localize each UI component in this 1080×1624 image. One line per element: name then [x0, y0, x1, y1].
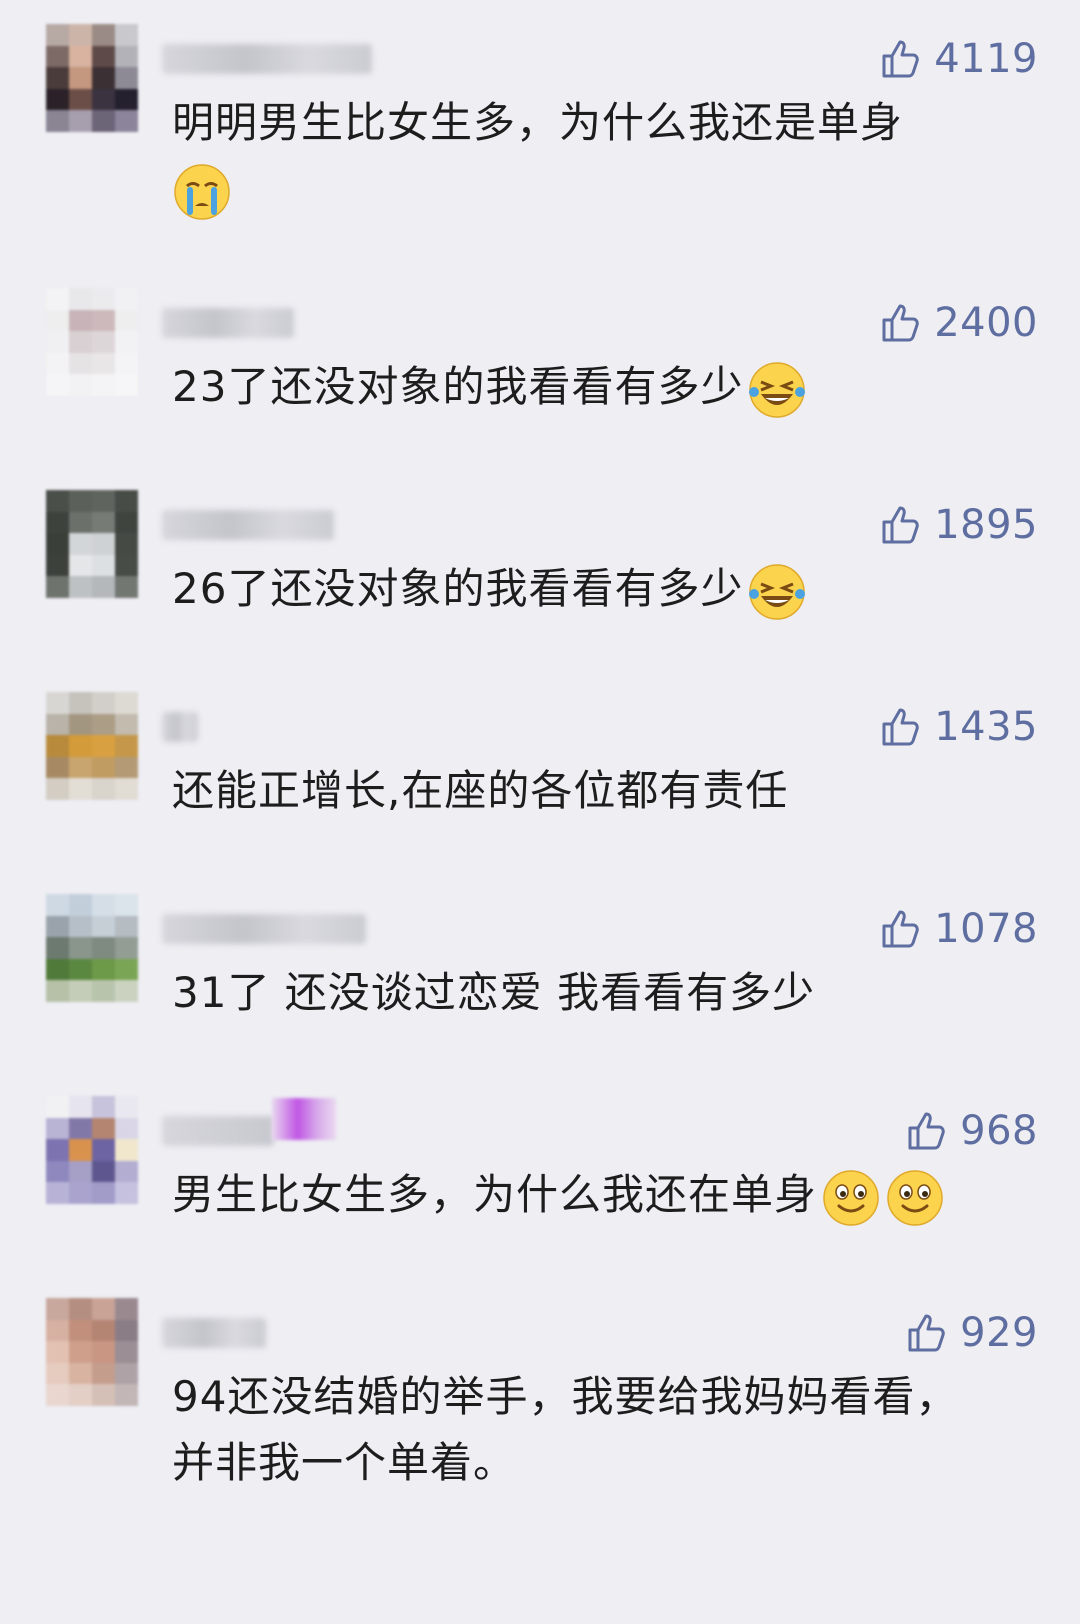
- like-count: 1895: [934, 502, 1038, 548]
- like-button[interactable]: 1078: [878, 906, 1038, 952]
- username-badge: [272, 1098, 336, 1140]
- comment-text-content: 94还没结婚的举手，我要给我妈妈看看，并非我一个单着。: [172, 1372, 959, 1487]
- comment-text: 94还没结婚的举手，我要给我妈妈看看，并非我一个单着。: [172, 1364, 962, 1496]
- thumbs-up-icon: [882, 40, 919, 78]
- username-blurred[interactable]: [162, 308, 294, 338]
- username-blurred[interactable]: [162, 510, 334, 540]
- avatar[interactable]: [46, 288, 138, 396]
- comment-text: 男生比女生多，为什么我还在单身: [172, 1162, 1052, 1228]
- thumbs-up-icon: [908, 1112, 945, 1150]
- avatar[interactable]: [46, 490, 138, 598]
- username-blurred[interactable]: [162, 712, 198, 742]
- like-count: 1435: [934, 704, 1038, 750]
- like-button[interactable]: 1435: [878, 704, 1038, 750]
- comment-text-content: 26了还没对象的我看看有多少: [172, 564, 744, 613]
- like-count: 968: [960, 1108, 1038, 1154]
- avatar[interactable]: [46, 894, 138, 1002]
- smiling-face-icon: [885, 1168, 945, 1228]
- thumbs-up-icon: [882, 506, 919, 544]
- avatar[interactable]: [46, 24, 138, 132]
- like-button[interactable]: 1895: [878, 502, 1038, 548]
- comment-text: 26了还没对象的我看看有多少: [172, 556, 1052, 622]
- comment-text-content: 明明男生比女生多，为什么我还是单身: [172, 98, 904, 147]
- thumbs-up-icon: [882, 708, 919, 746]
- thumbs-up-icon: [908, 1314, 945, 1352]
- like-button[interactable]: 4119: [878, 36, 1038, 82]
- thumbs-up-icon: [882, 304, 919, 342]
- username-blurred[interactable]: [162, 1318, 266, 1348]
- comment-text: 明明男生比女生多，为什么我还是单身: [172, 90, 1052, 222]
- comment-text-content: 还能正增长,在座的各位都有责任: [172, 766, 789, 815]
- comment-text-content: 23了还没对象的我看看有多少: [172, 362, 744, 411]
- avatar[interactable]: [46, 1096, 138, 1204]
- thumbs-up-icon: [882, 910, 919, 948]
- like-count: 929: [960, 1310, 1038, 1356]
- comment-text: 23了还没对象的我看看有多少: [172, 354, 1052, 420]
- username-blurred[interactable]: [162, 1116, 274, 1146]
- smiling-face-icon: [821, 1168, 881, 1228]
- comment-text: 31了 还没谈过恋爱 我看看有多少: [172, 960, 1052, 1026]
- like-count: 2400: [934, 300, 1038, 346]
- like-count: 1078: [934, 906, 1038, 952]
- laughing-tears-face-icon: [747, 360, 807, 420]
- like-button[interactable]: 929: [904, 1310, 1038, 1356]
- avatar[interactable]: [46, 1298, 138, 1406]
- like-count: 4119: [934, 36, 1038, 82]
- username-blurred[interactable]: [162, 914, 366, 944]
- comment-text-content: 男生比女生多，为什么我还在单身: [172, 1170, 818, 1219]
- comment-text: 还能正增长,在座的各位都有责任: [172, 758, 1052, 824]
- laughing-tears-face-icon: [747, 562, 807, 622]
- avatar[interactable]: [46, 692, 138, 800]
- crying-face-icon: [172, 162, 232, 222]
- like-button[interactable]: 2400: [878, 300, 1038, 346]
- comment-text-content: 31了 还没谈过恋爱 我看看有多少: [172, 968, 816, 1017]
- username-blurred[interactable]: [162, 44, 372, 74]
- like-button[interactable]: 968: [904, 1108, 1038, 1154]
